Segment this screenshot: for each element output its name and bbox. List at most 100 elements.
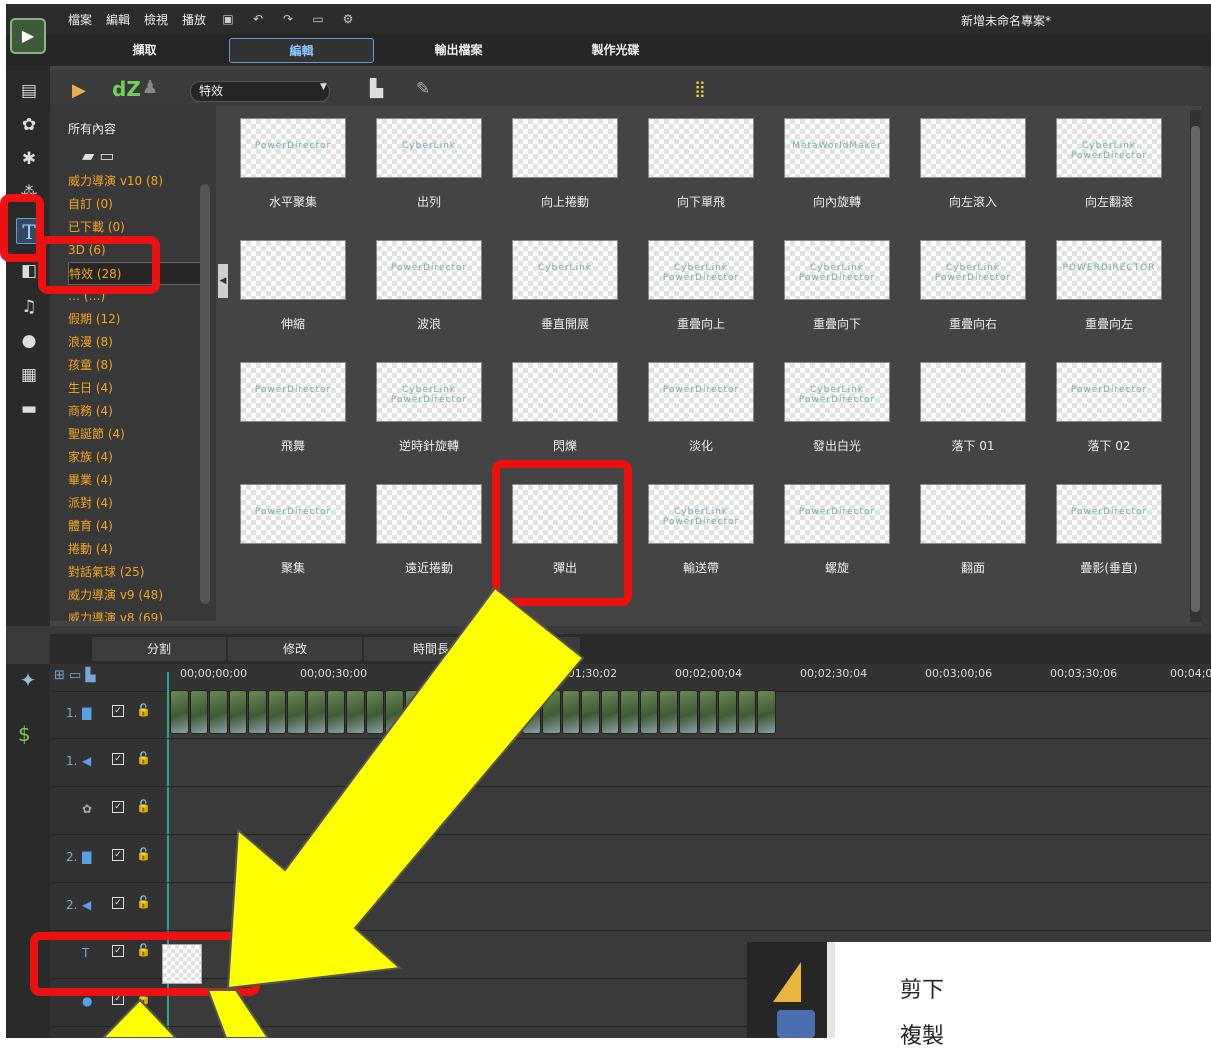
effect-thumbnail[interactable]: PowerDirector (784, 484, 890, 544)
undo-icon[interactable]: ↶ (250, 12, 266, 26)
audio-mix-icon[interactable]: ♫ (16, 294, 42, 320)
magic-tool-icon[interactable]: ✦ (14, 668, 42, 698)
lock-icon[interactable]: 🔓 (136, 895, 151, 909)
new-template-icon[interactable]: ▙ (370, 79, 383, 99)
tab-edit[interactable]: 編輯 (229, 38, 374, 63)
effect-tile[interactable]: CyberLink PowerDirector 重疊向上 (648, 240, 754, 331)
category-item[interactable]: 孩童 (8) (68, 354, 208, 377)
effect-thumbnail[interactable]: CyberLink PowerDirector (376, 362, 482, 422)
video-clip[interactable] (639, 690, 659, 734)
context-menu-copy[interactable]: 複製 (900, 1018, 944, 1050)
effect-tile[interactable]: 向上捲動 (512, 118, 618, 209)
video-clip[interactable] (189, 690, 209, 734)
effect-thumbnail[interactable]: CyberLink PowerDirector (920, 240, 1026, 300)
library-filter-select[interactable]: 特效 (190, 81, 330, 102)
effect-tile[interactable]: PowerDirector 螺旋 (784, 484, 890, 575)
lock-icon[interactable]: 🔓 (136, 751, 151, 765)
track-enable-checkbox[interactable]: ✓ (112, 705, 124, 717)
category-item[interactable]: 體育 (4) (68, 515, 208, 538)
video-clip[interactable] (561, 690, 581, 734)
video-clip[interactable] (326, 690, 346, 734)
category-item[interactable]: 生日 (4) (68, 377, 208, 400)
video-clip[interactable] (698, 690, 718, 734)
settings-gear-icon[interactable]: ⚙ (340, 12, 356, 26)
lock-icon[interactable]: 🔓 (136, 703, 151, 717)
effect-thumbnail[interactable]: POWERDIRECTOR (1056, 240, 1162, 300)
effect-thumbnail[interactable]: PowerDirector (1056, 362, 1162, 422)
effect-thumbnail[interactable]: PowerDirector (648, 362, 754, 422)
track-enable-checkbox[interactable]: ✓ (112, 897, 124, 909)
chevron-down-icon[interactable]: ▼ (320, 82, 327, 92)
video-clip[interactable] (522, 690, 541, 734)
effect-thumbnail[interactable] (512, 118, 618, 178)
effect-thumbnail[interactable]: PowerDirector (1056, 484, 1162, 544)
category-item[interactable]: 假期 (12) (68, 308, 208, 331)
video-clip[interactable] (541, 690, 561, 734)
effect-tile[interactable]: PowerDirector 疊影(垂直) (1056, 484, 1162, 575)
lock-icon[interactable]: 🔓 (136, 799, 151, 813)
user-icon[interactable]: ♟ (142, 77, 158, 98)
effect-thumbnail[interactable]: PowerDirector (240, 484, 346, 544)
timeline-ruler[interactable]: ⊞ ▭ ▙ 00;00;00;00 00;00;30;00 00;01;30;02 0… (50, 664, 1211, 692)
context-menu-cut[interactable]: 剪下 (900, 972, 944, 1004)
video-clip[interactable] (757, 690, 776, 734)
video-clip[interactable] (581, 690, 600, 734)
effect-tile[interactable]: PowerDirector 飛舞 (240, 362, 346, 453)
effect-thumbnail[interactable]: PowerDirector (376, 240, 482, 300)
effect-tile[interactable]: CyberLink PowerDirector 重疊向下 (784, 240, 890, 331)
effect-thumbnail[interactable]: CyberLink (512, 240, 618, 300)
audio-tool-icon[interactable]: $ (18, 722, 31, 746)
video-clip[interactable] (737, 690, 757, 734)
video-clip[interactable] (463, 690, 483, 734)
effect-tile[interactable]: MetaWorldMaker 向內旋轉 (784, 118, 890, 209)
effect-thumbnail[interactable] (512, 362, 618, 422)
track-enable-checkbox[interactable]: ✓ (112, 753, 124, 765)
video-clip[interactable] (659, 690, 679, 734)
video-clip[interactable] (267, 690, 287, 734)
save-icon[interactable]: ▣ (220, 12, 236, 26)
category-item[interactable]: 對話氣球 (25) (68, 561, 208, 584)
effect-tile[interactable]: 向下單飛 (648, 118, 754, 209)
effect-tile[interactable]: PowerDirector 聚集 (240, 484, 346, 575)
video-clip[interactable] (209, 690, 228, 734)
directorzone-icon[interactable]: dZ (112, 77, 141, 101)
category-item[interactable]: 浪漫 (8) (68, 331, 208, 354)
menu-edit[interactable]: 編輯 (106, 11, 130, 28)
more-button[interactable]: 目 (500, 637, 580, 661)
effect-tile[interactable]: 向左滾入 (920, 118, 1026, 209)
category-item[interactable]: 家族 (4) (68, 446, 208, 469)
video-clip[interactable] (679, 690, 698, 734)
menu-play[interactable]: 播放 (182, 11, 206, 28)
effect-thumbnail[interactable] (920, 118, 1026, 178)
effect-tile[interactable]: 伸縮 (240, 240, 346, 331)
effect-thumbnail[interactable]: CyberLink PowerDirector (648, 240, 754, 300)
lock-icon[interactable]: 🔓 (136, 847, 151, 861)
grid-view-icon[interactable]: ⣿ (694, 79, 706, 98)
folder-icon[interactable]: ▰ ▭ (82, 146, 115, 165)
video-clip[interactable] (248, 690, 267, 734)
video-clip[interactable] (307, 690, 326, 734)
effect-tile[interactable]: 落下 01 (920, 362, 1026, 453)
tab-disc[interactable]: 製作光碟 (543, 38, 688, 63)
effect-tile[interactable]: CyberLink PowerDirector 發出白光 (784, 362, 890, 453)
duration-button[interactable]: 時間長 (364, 637, 498, 661)
voice-over-icon[interactable]: ● (16, 328, 42, 354)
video-clip[interactable] (483, 690, 502, 734)
effect-thumbnail[interactable] (920, 362, 1026, 422)
menu-view[interactable]: 檢視 (144, 11, 168, 28)
effect-thumbnail[interactable] (648, 118, 754, 178)
video-clip[interactable] (385, 690, 404, 734)
effect-thumbnail[interactable]: CyberLink PowerDirector (784, 240, 890, 300)
category-scrollbar[interactable] (200, 184, 210, 604)
track-enable-checkbox[interactable]: ✓ (112, 801, 124, 813)
video-clip[interactable] (287, 690, 307, 734)
effect-thumbnail[interactable]: CyberLink PowerDirector (648, 484, 754, 544)
video-clip[interactable] (365, 690, 385, 734)
split-button[interactable]: 分割 (92, 637, 226, 661)
subtitle-room-icon[interactable]: ▬ (16, 396, 42, 422)
tab-output[interactable]: 輸出檔案 (386, 38, 531, 63)
effect-thumbnail[interactable]: MetaWorldMaker (784, 118, 890, 178)
effect-tile[interactable]: CyberLink PowerDirector 輸送帶 (648, 484, 754, 575)
effect-tile[interactable]: CyberLink PowerDirector 逆時針旋轉 (376, 362, 482, 453)
effect-room-icon[interactable]: ✿ (16, 112, 42, 138)
